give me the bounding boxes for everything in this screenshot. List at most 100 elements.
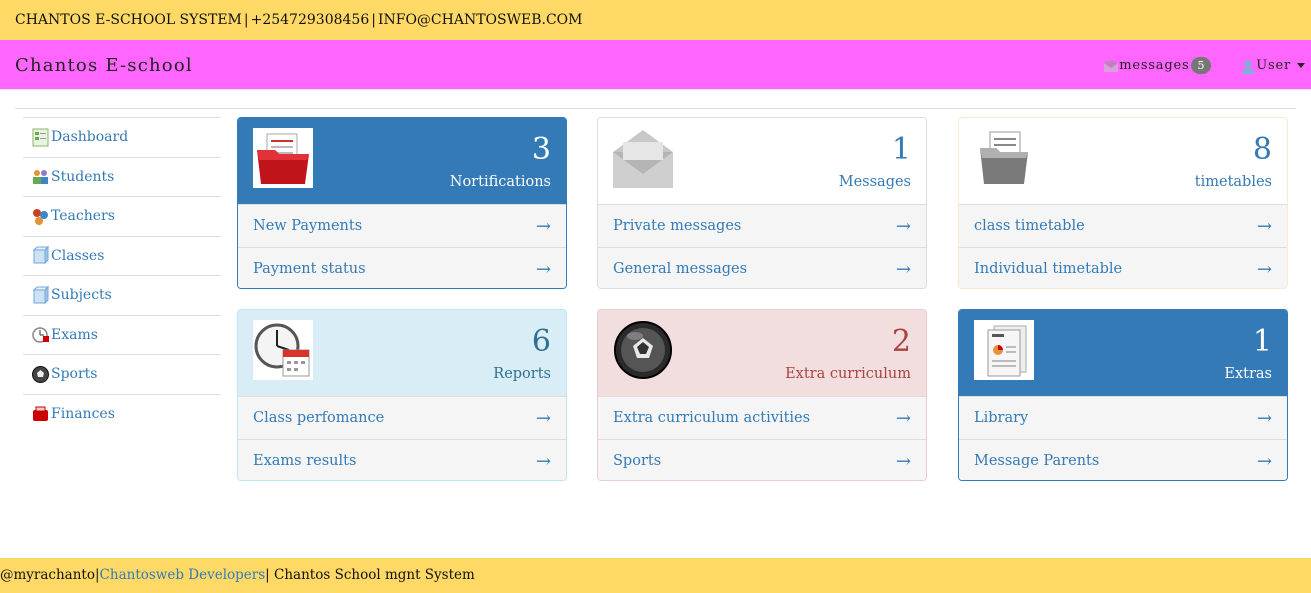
arrow-right-icon: → [1256,450,1272,472]
panel-link-label: Individual timetable [974,261,1123,277]
arrow-right-icon: → [535,407,551,429]
sidebar-item-label: Finances [51,405,115,422]
chevron-down-icon [1297,63,1305,68]
sidebar-item-label: Teachers [51,208,115,225]
separator: | [265,567,270,583]
envelope-icon [1104,59,1119,72]
documents-icon [974,320,1034,380]
user-menu[interactable]: User [1241,58,1305,74]
sidebar-item-label: Exams [51,326,98,343]
sidebar-item-label: Subjects [51,287,112,304]
contact-email: INFO@CHANTOSWEB.COM [377,12,583,28]
sidebar-item-sports[interactable]: Sports [23,354,221,394]
panel-link-extra-curriculum-activities[interactable]: Extra curriculum activities → [598,396,926,439]
system-name: CHANTOS E-SCHOOL SYSTEM [15,12,242,28]
arrow-right-icon: → [1256,215,1272,237]
sidebar: Dashboard Students Teachers Classes Subj… [23,117,221,433]
sidebar-item-students[interactable]: Students [23,156,221,197]
panel-link-label: Library [974,410,1029,426]
panel-link-label: Sports [613,453,662,469]
footer-handle: @myrachanto [0,567,95,583]
brand-title[interactable]: Chantos E-school [15,55,193,76]
separator: | [243,12,249,28]
user-label: User [1256,58,1291,73]
red-folder-icon [253,128,313,188]
panel-count: 6 [531,324,551,359]
sidebar-item-exams[interactable]: Exams [23,314,221,355]
sidebar-item-label: Students [51,168,115,185]
panel-link-exams-results[interactable]: Exams results → [238,439,566,480]
sidebar-item-label: Dashboard [51,129,129,146]
separator: | [371,12,376,28]
panel-extra-curriculum: 2 Extra curriculum Extra curriculum acti… [597,309,927,481]
sidebar-item-label: Sports [51,366,98,383]
panel-link-message-parents[interactable]: Message Parents → [959,439,1287,480]
sidebar-item-teachers[interactable]: Teachers [23,196,221,236]
panel-count: 2 [891,324,911,359]
arrow-right-icon: → [895,450,911,472]
clock-calendar-icon [253,320,313,380]
finances-icon [31,404,50,423]
navbar-right: messages 5 User [1104,57,1305,74]
panel-link-class-timetable[interactable]: class timetable → [959,204,1287,247]
classes-icon [31,246,50,265]
panel-link-private-messages[interactable]: Private messages → [598,204,926,247]
panel-heading: 3 Nortifications [238,118,566,204]
panel-label: Reports [493,366,551,382]
panel-link-label: New Payments [253,218,363,234]
exams-icon [31,325,50,344]
teachers-icon [31,207,50,226]
panel-link-new-payments[interactable]: New Payments → [238,204,566,247]
panel-link-individual-timetable[interactable]: Individual timetable → [959,247,1287,288]
panel-link-payment-status[interactable]: Payment status → [238,247,566,288]
panel-heading: 1 Extras [959,310,1287,396]
grey-folder-icon [974,128,1034,188]
sidebar-item-finances[interactable]: Finances [23,393,221,434]
messages-count-badge: 5 [1191,57,1212,74]
footer-developer-link[interactable]: Chantosweb Developers [100,567,266,583]
arrow-right-icon: → [535,258,551,280]
panel-link-class-performance[interactable]: Class perfomance → [238,396,566,439]
sports-icon [31,365,50,384]
panel-heading: 6 Reports [238,310,566,396]
panel-link-label: Class perfomance [253,410,385,426]
panel-count: 8 [1252,132,1272,167]
panel-label: timetables [1194,174,1272,190]
panel-count: 1 [1252,324,1272,359]
panel-reports: 6 Reports Class perfomance → Exams resul… [237,309,567,481]
sidebar-item-subjects[interactable]: Subjects [23,275,221,315]
sidebar-item-classes[interactable]: Classes [23,235,221,276]
arrow-right-icon: → [535,450,551,472]
panel-link-general-messages[interactable]: General messages → [598,247,926,288]
header-divider [15,108,1296,109]
panel-link-library[interactable]: Library → [959,396,1287,439]
panel-extras: 1 Extras Library → Message Parents → [958,309,1288,481]
panel-heading: 1 Messages [598,118,926,204]
soccer-ball-icon [613,320,673,380]
panel-label: Nortifications [449,174,551,190]
user-icon [1241,60,1255,74]
panel-link-label: General messages [613,261,748,277]
arrow-right-icon: → [535,215,551,237]
panel-count: 1 [891,132,911,167]
panel-heading: 8 timetables [959,118,1287,204]
panel-link-label: Payment status [253,261,366,277]
navbar: Chantos E-school messages 5 User [0,40,1311,90]
panel-link-sports[interactable]: Sports → [598,439,926,480]
panel-link-label: class timetable [974,218,1085,234]
footer-system-label: Chantos School mgnt System [274,567,475,583]
subjects-icon [31,285,50,305]
contact-phone: +254729308456 [250,12,370,28]
arrow-right-icon: → [895,407,911,429]
panel-link-label: Message Parents [974,453,1100,469]
sidebar-item-dashboard[interactable]: Dashboard [23,117,221,157]
envelope-icon [613,128,673,188]
top-info-bar: CHANTOS E-SCHOOL SYSTEM | +254729308456 | IN… [0,0,1311,40]
arrow-right-icon: → [895,215,911,237]
dashboard-icon [31,128,50,147]
messages-label: messages [1119,58,1190,73]
messages-menu[interactable]: messages 5 [1104,57,1212,74]
panel-link-label: Private messages [613,218,742,234]
panel-messages: 1 Messages Private messages → General me… [597,117,927,289]
arrow-right-icon: → [895,258,911,280]
